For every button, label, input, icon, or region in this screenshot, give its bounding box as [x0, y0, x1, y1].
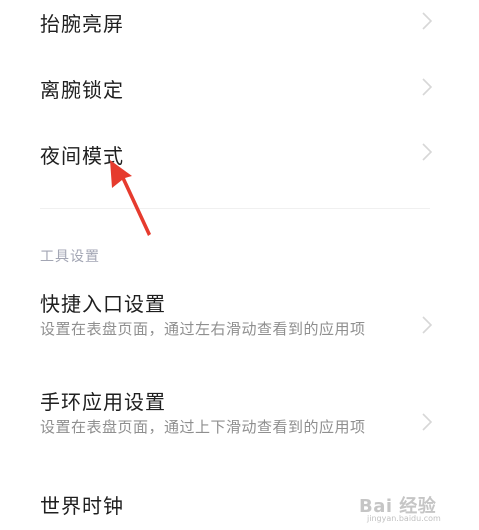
- section-label-tools: 工具设置: [40, 249, 100, 265]
- settings-item-label: 夜间模式: [40, 144, 124, 168]
- settings-screen: 抬腕亮屏 离腕锁定 夜间模式 工具设置 快捷入口设置 设置在表盘页面，通过左右滑…: [0, 0, 479, 530]
- settings-item-label: 离腕锁定: [40, 78, 124, 102]
- settings-item-night-mode[interactable]: 夜间模式: [0, 124, 479, 186]
- settings-item-description: 设置在表盘页面，通过上下滑动查看到的应用项: [40, 418, 366, 436]
- chevron-right-icon: [422, 78, 433, 96]
- settings-item-label: 世界时钟: [40, 494, 124, 518]
- settings-item-description: 设置在表盘页面，通过左右滑动查看到的应用项: [40, 320, 366, 338]
- settings-item-band-apps[interactable]: 手环应用设置 设置在表盘页面，通过上下滑动查看到的应用项: [0, 380, 479, 472]
- settings-item-off-wrist-lock[interactable]: 离腕锁定: [0, 62, 479, 124]
- chevron-right-icon: [422, 316, 433, 334]
- settings-item-shortcut-entry[interactable]: 快捷入口设置 设置在表盘页面，通过左右滑动查看到的应用项: [0, 282, 479, 372]
- settings-item-label: 快捷入口设置: [40, 292, 166, 316]
- section-divider: [40, 208, 430, 209]
- chevron-right-icon: [422, 143, 433, 161]
- chevron-right-icon: [422, 12, 433, 30]
- settings-item-label: 手环应用设置: [40, 390, 166, 414]
- watermark-subtext: jingyan.baidu.com: [367, 514, 441, 523]
- settings-item-raise-wrist[interactable]: 抬腕亮屏: [0, 0, 479, 62]
- baidu-jingyan-watermark: Bai 经验 jingyan.baidu.com: [359, 490, 469, 526]
- settings-item-label: 抬腕亮屏: [40, 12, 124, 36]
- chevron-right-icon: [422, 413, 433, 431]
